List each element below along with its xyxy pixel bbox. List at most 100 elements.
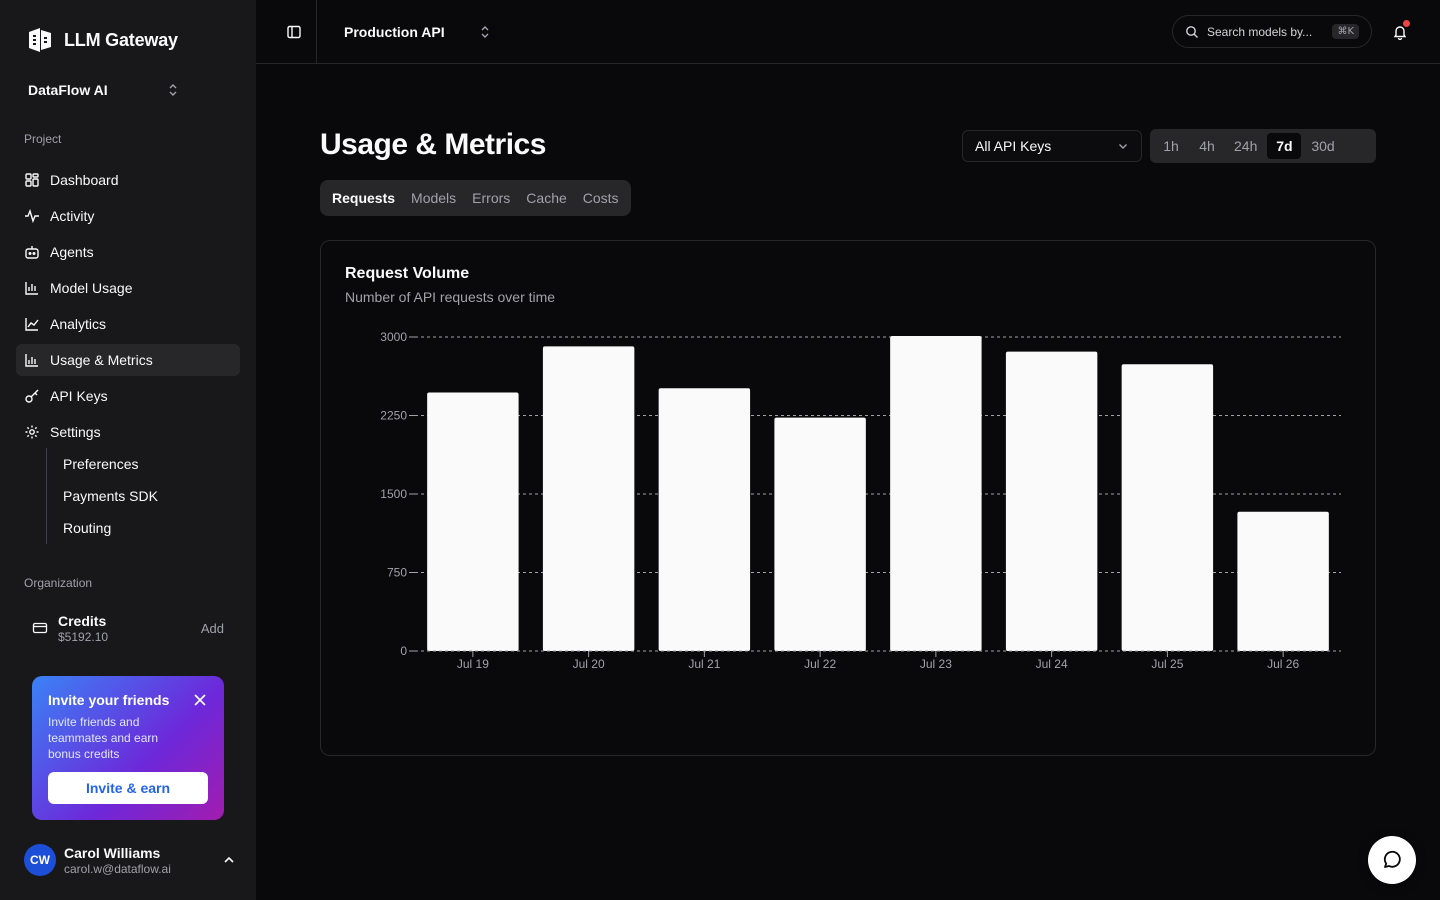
gear-icon <box>25 425 39 439</box>
chevrons-up-down-icon <box>481 26 489 38</box>
invite-card: Invite your friends Invite friends and t… <box>32 676 224 820</box>
y-tick-label: 0 <box>400 644 407 658</box>
x-tick-label: Jul 25 <box>1151 657 1183 671</box>
bar[interactable] <box>1237 511 1329 651</box>
search-icon <box>1186 25 1198 38</box>
project-section-label: Project <box>24 132 62 146</box>
sidebar-item-label: Dashboard <box>50 172 119 188</box>
range-24h-button[interactable]: 24h <box>1226 133 1265 159</box>
subnav-item-routing[interactable]: Routing <box>63 512 158 544</box>
avatar: CW <box>24 844 56 876</box>
credit-card-icon <box>32 622 48 634</box>
chevron-down-icon <box>1119 144 1127 149</box>
bar[interactable] <box>1121 364 1214 651</box>
chevrons-up-down-icon <box>169 84 177 96</box>
x-tick-label: Jul 26 <box>1267 657 1299 671</box>
x-tick-label: Jul 22 <box>804 657 836 671</box>
org-switcher-label: DataFlow AI <box>28 82 108 98</box>
sidebar-item-usage-metrics[interactable]: Usage & Metrics <box>16 344 240 376</box>
tab-errors[interactable]: Errors <box>464 184 518 212</box>
request-volume-chart: 0 750 1500 2250 3000 Jul 19 Jul 20 Jul 21 Jul 22… <box>380 330 1341 671</box>
bar[interactable] <box>774 417 866 651</box>
bar-chart-icon <box>25 282 38 295</box>
chevron-up-icon <box>224 856 234 863</box>
grid-icon <box>25 173 39 187</box>
sidebar-item-agents[interactable]: Agents <box>16 236 240 268</box>
range-1h-button[interactable]: 1h <box>1154 133 1188 159</box>
y-tick-label: 2250 <box>380 409 407 423</box>
org-switcher[interactable]: DataFlow AI <box>16 74 192 106</box>
x-tick-label: Jul 24 <box>1036 657 1068 671</box>
x-tick-label: Jul 19 <box>457 657 489 671</box>
bar[interactable] <box>427 392 519 651</box>
topbar-divider <box>316 0 317 64</box>
sidebar-toggle-button[interactable] <box>282 20 306 44</box>
sidebar-item-activity[interactable]: Activity <box>16 200 240 232</box>
y-tick-label: 750 <box>387 566 407 580</box>
bar-chart-icon <box>25 354 38 367</box>
time-range-group: 1h 4h 24h 7d 30d <box>1150 129 1376 163</box>
close-icon[interactable] <box>194 694 206 706</box>
user-menu[interactable]: CW Carol Williams carol.w@dataflow.ai <box>24 842 236 878</box>
notifications-button[interactable] <box>1388 20 1412 44</box>
credits-title: Credits <box>58 612 107 629</box>
range-7d-button[interactable]: 7d <box>1267 133 1302 159</box>
user-email: carol.w@dataflow.ai <box>64 861 171 876</box>
line-chart-icon <box>25 318 39 331</box>
topbar: Production API Search models by... ⌘K <box>256 0 1440 64</box>
sidebar-item-label: API Keys <box>50 388 108 404</box>
bar[interactable] <box>658 388 751 651</box>
sidebar-item-api-keys[interactable]: API Keys <box>16 380 240 412</box>
credits-item[interactable]: Credits $5192.10 Add <box>24 608 232 648</box>
bar[interactable] <box>542 346 635 651</box>
sidebar-item-label: Model Usage <box>50 280 133 296</box>
tab-cache[interactable]: Cache <box>518 184 574 212</box>
search-placeholder: Search models by... <box>1207 24 1313 39</box>
activity-icon <box>25 208 39 224</box>
search-shortcut: ⌘K <box>1332 24 1359 39</box>
api-key-select[interactable]: All API Keys <box>962 130 1142 162</box>
y-tick-label: 1500 <box>380 487 407 501</box>
panel-left-icon <box>287 25 301 39</box>
bar[interactable] <box>1005 351 1098 651</box>
user-name: Carol Williams <box>64 844 161 861</box>
sidebar-item-analytics[interactable]: Analytics <box>16 308 240 340</box>
project-switcher[interactable]: Production API <box>332 16 504 48</box>
tab-requests[interactable]: Requests <box>324 184 403 212</box>
invite-earn-button[interactable]: Invite & earn <box>48 772 208 804</box>
tab-costs[interactable]: Costs <box>575 184 627 212</box>
brand[interactable]: LLM Gateway <box>26 26 178 54</box>
add-credits-button[interactable]: Add <box>201 621 224 636</box>
metrics-tabs: Requests Models Errors Cache Costs <box>320 180 631 216</box>
search-input[interactable]: Search models by... ⌘K <box>1172 15 1372 48</box>
sidebar-item-label: Settings <box>50 424 101 440</box>
sidebar-item-dashboard[interactable]: Dashboard <box>16 164 240 196</box>
bar[interactable] <box>890 335 982 651</box>
invite-description: Invite friends and teammates and earn bo… <box>48 715 159 761</box>
app-root: LLM Gateway DataFlow AI Project Dashboar… <box>0 0 1440 900</box>
sidebar-item-settings[interactable]: Settings <box>16 416 240 448</box>
sidebar-item-model-usage[interactable]: Model Usage <box>16 272 240 304</box>
organization-section-label: Organization <box>24 576 93 590</box>
sidebar-item-label: Analytics <box>50 316 107 332</box>
credits-balance: $5192.10 <box>58 629 109 644</box>
x-tick-label: Jul 20 <box>573 657 605 671</box>
chat-button[interactable] <box>1368 836 1416 884</box>
y-tick-label: 3000 <box>380 330 407 344</box>
sidebar-item-label: Usage & Metrics <box>50 352 153 368</box>
message-circle-icon <box>1383 850 1401 868</box>
brand-name: LLM Gateway <box>64 29 178 50</box>
tab-models[interactable]: Models <box>403 184 464 212</box>
sidebar-item-label: Agents <box>50 244 94 260</box>
project-switcher-label: Production API <box>344 24 445 40</box>
settings-subnav: Preferences Payments SDK Routing <box>46 448 158 544</box>
gateway-logo-icon <box>29 28 51 52</box>
subnav-item-preferences[interactable]: Preferences <box>63 448 158 480</box>
sidebar-nav: Dashboard Activity Agents Model Usage An… <box>16 164 240 452</box>
request-volume-card: Request Volume Number of API requests ov… <box>320 240 1376 756</box>
range-4h-button[interactable]: 4h <box>1190 133 1224 159</box>
main-content: Production API Search models by... ⌘K Us… <box>256 0 1440 900</box>
subnav-item-payments-sdk[interactable]: Payments SDK <box>63 480 158 512</box>
sidebar-item-label: Activity <box>50 208 95 224</box>
range-30d-button[interactable]: 30d <box>1303 133 1342 159</box>
